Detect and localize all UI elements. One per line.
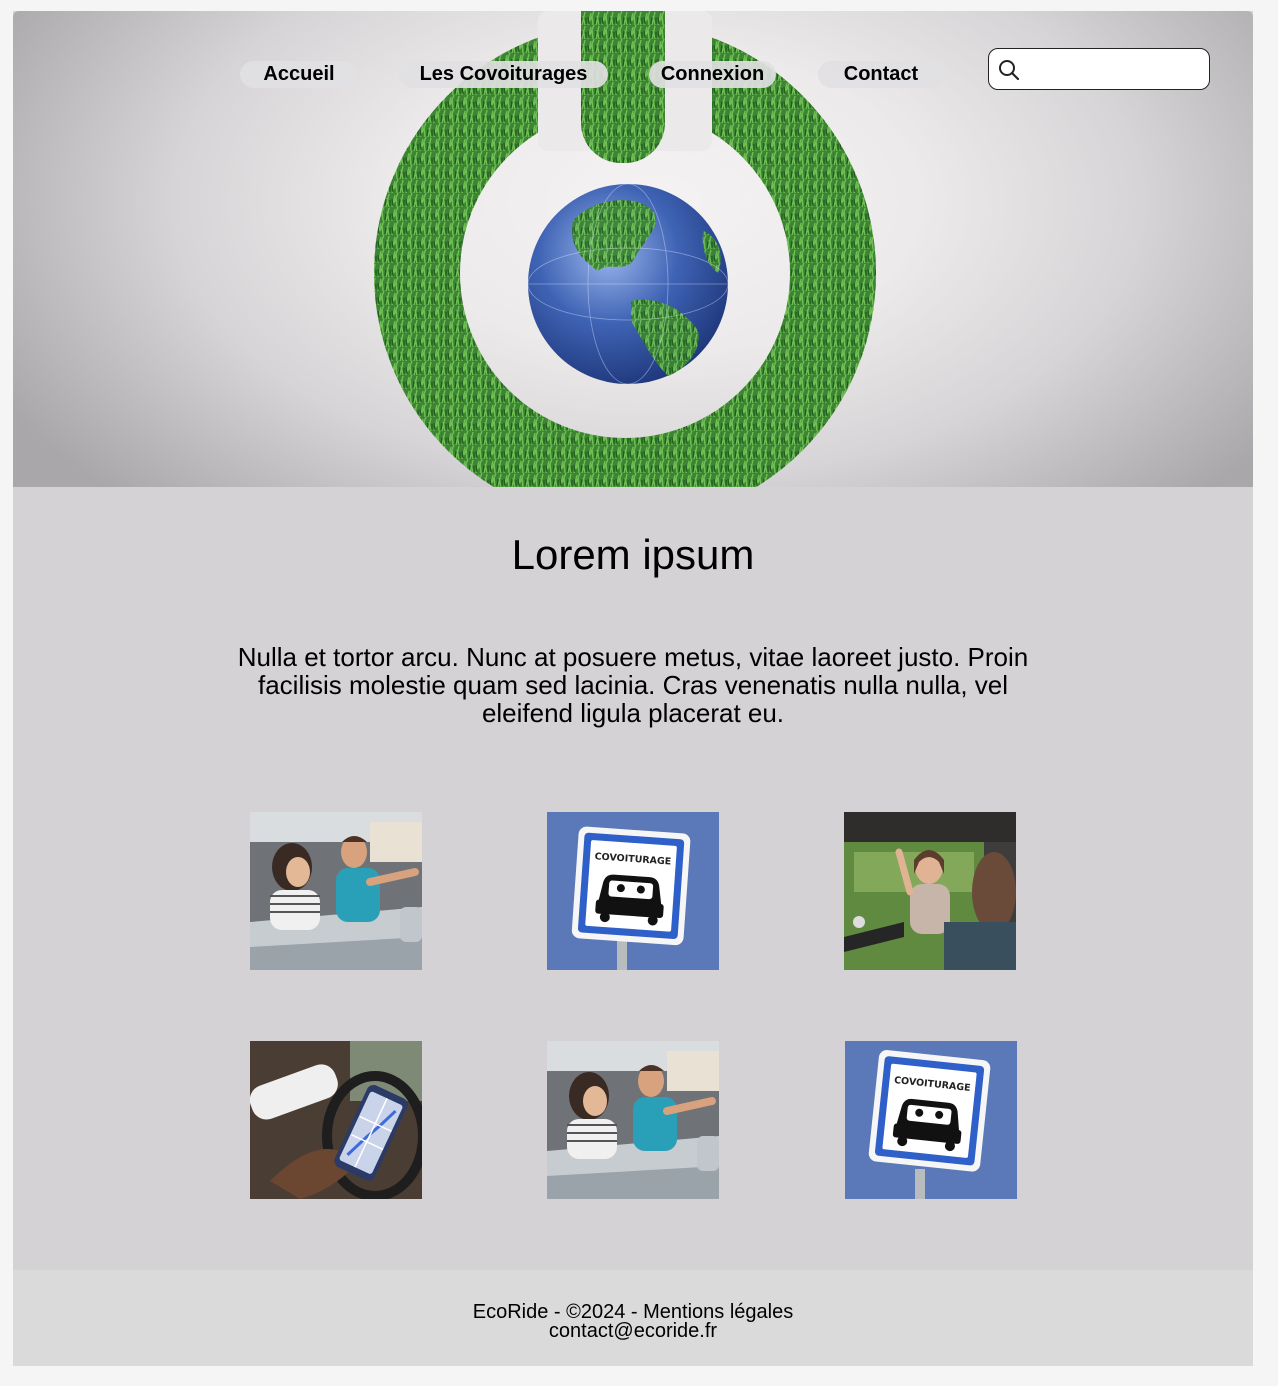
search-box[interactable]	[988, 48, 1210, 90]
nav-item-contact[interactable]: Contact	[818, 61, 944, 88]
photo-couple-in-car	[250, 812, 422, 970]
page-title: Lorem ipsum	[511, 531, 755, 578]
nav-item-connexion[interactable]: Connexion	[649, 61, 776, 88]
search-icon	[999, 60, 1020, 81]
search-input[interactable]	[1029, 55, 1203, 85]
photo-woman-waving-car	[844, 812, 1016, 970]
photo-couple-in-car-2	[547, 1041, 719, 1199]
footer-email-link[interactable]: contact@ecoride.fr	[13, 1321, 1253, 1341]
photo-covoiturage-sign-2: COVOITURAGE	[845, 1041, 1017, 1199]
page: Accueil Les Covoiturages Connexion Conta…	[13, 11, 1253, 1366]
photo-phone-gps-driver	[250, 1041, 422, 1199]
hero-banner: Accueil Les Covoiturages Connexion Conta…	[13, 11, 1253, 487]
nav-item-covoiturages[interactable]: Les Covoiturages	[399, 61, 608, 88]
nav-item-accueil[interactable]: Accueil	[240, 61, 358, 88]
footer: EcoRide - ©2024 - Mentions légales conta…	[13, 1270, 1253, 1366]
photo-covoiturage-sign: COVOITURAGE	[547, 812, 719, 970]
intro-text: Nulla et tortor arcu. Nunc at posuere me…	[237, 642, 1029, 728]
